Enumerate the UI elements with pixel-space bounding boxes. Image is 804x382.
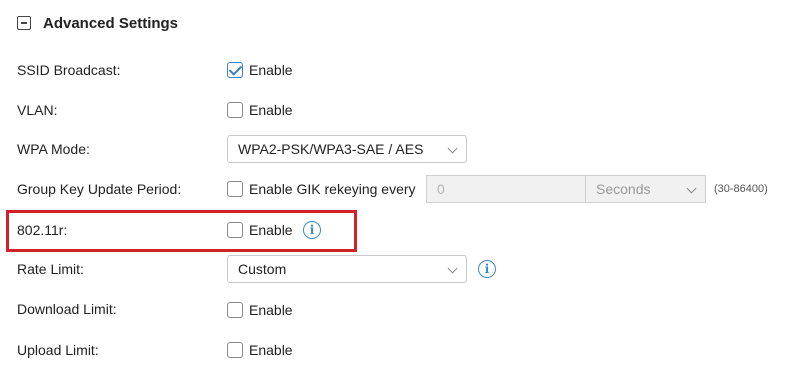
highlight-box [6,210,357,252]
group-key-label: Group Key Update Period: [17,181,182,197]
upload-limit-checkbox[interactable] [227,342,243,358]
download-limit-row: Enable [227,300,293,320]
upload-limit-row: Enable [227,340,293,360]
vlan-enable-label: Enable [249,102,293,118]
ssid-broadcast-enable-label: Enable [249,62,293,78]
ssid-broadcast-checkbox[interactable] [227,62,243,78]
upload-limit-enable-label: Enable [249,342,293,358]
section-title: Advanced Settings [43,14,179,32]
wpa-mode-label: WPA Mode: [17,141,90,157]
chevron-down-icon [447,263,458,274]
upload-limit-label: Upload Limit: [17,342,99,358]
download-limit-label: Download Limit: [17,301,117,317]
group-key-row: Enable GIK rekeying every [227,179,416,199]
chevron-down-icon [686,183,697,194]
rate-limit-value: Custom [238,261,287,277]
ssid-broadcast-row: Enable [227,60,293,80]
gik-rekeying-label: Enable GIK rekeying every [249,181,416,197]
rate-limit-select[interactable]: Custom [227,255,467,283]
gik-rekeying-checkbox[interactable] [227,181,243,197]
download-limit-enable-label: Enable [249,302,293,318]
gik-period-input[interactable]: 0 [426,175,586,203]
rate-limit-label: Rate Limit: [17,261,84,277]
ssid-broadcast-label: SSID Broadcast: [17,62,121,78]
chevron-down-icon [447,143,458,154]
gik-unit-select[interactable]: Seconds [585,175,706,203]
wpa-mode-value: WPA2-PSK/WPA3-SAE / AES [238,141,424,157]
vlan-label: VLAN: [17,102,58,118]
vlan-checkbox[interactable] [227,102,243,118]
gik-range-hint: (30-86400) [714,183,768,195]
gik-unit-value: Seconds [596,181,651,197]
info-icon[interactable]: i [478,260,496,278]
wpa-mode-select[interactable]: WPA2-PSK/WPA3-SAE / AES [227,135,467,163]
advanced-settings-header[interactable]: Advanced Settings [17,12,178,34]
collapse-icon[interactable] [17,16,31,30]
vlan-row: Enable [227,100,293,120]
download-limit-checkbox[interactable] [227,302,243,318]
